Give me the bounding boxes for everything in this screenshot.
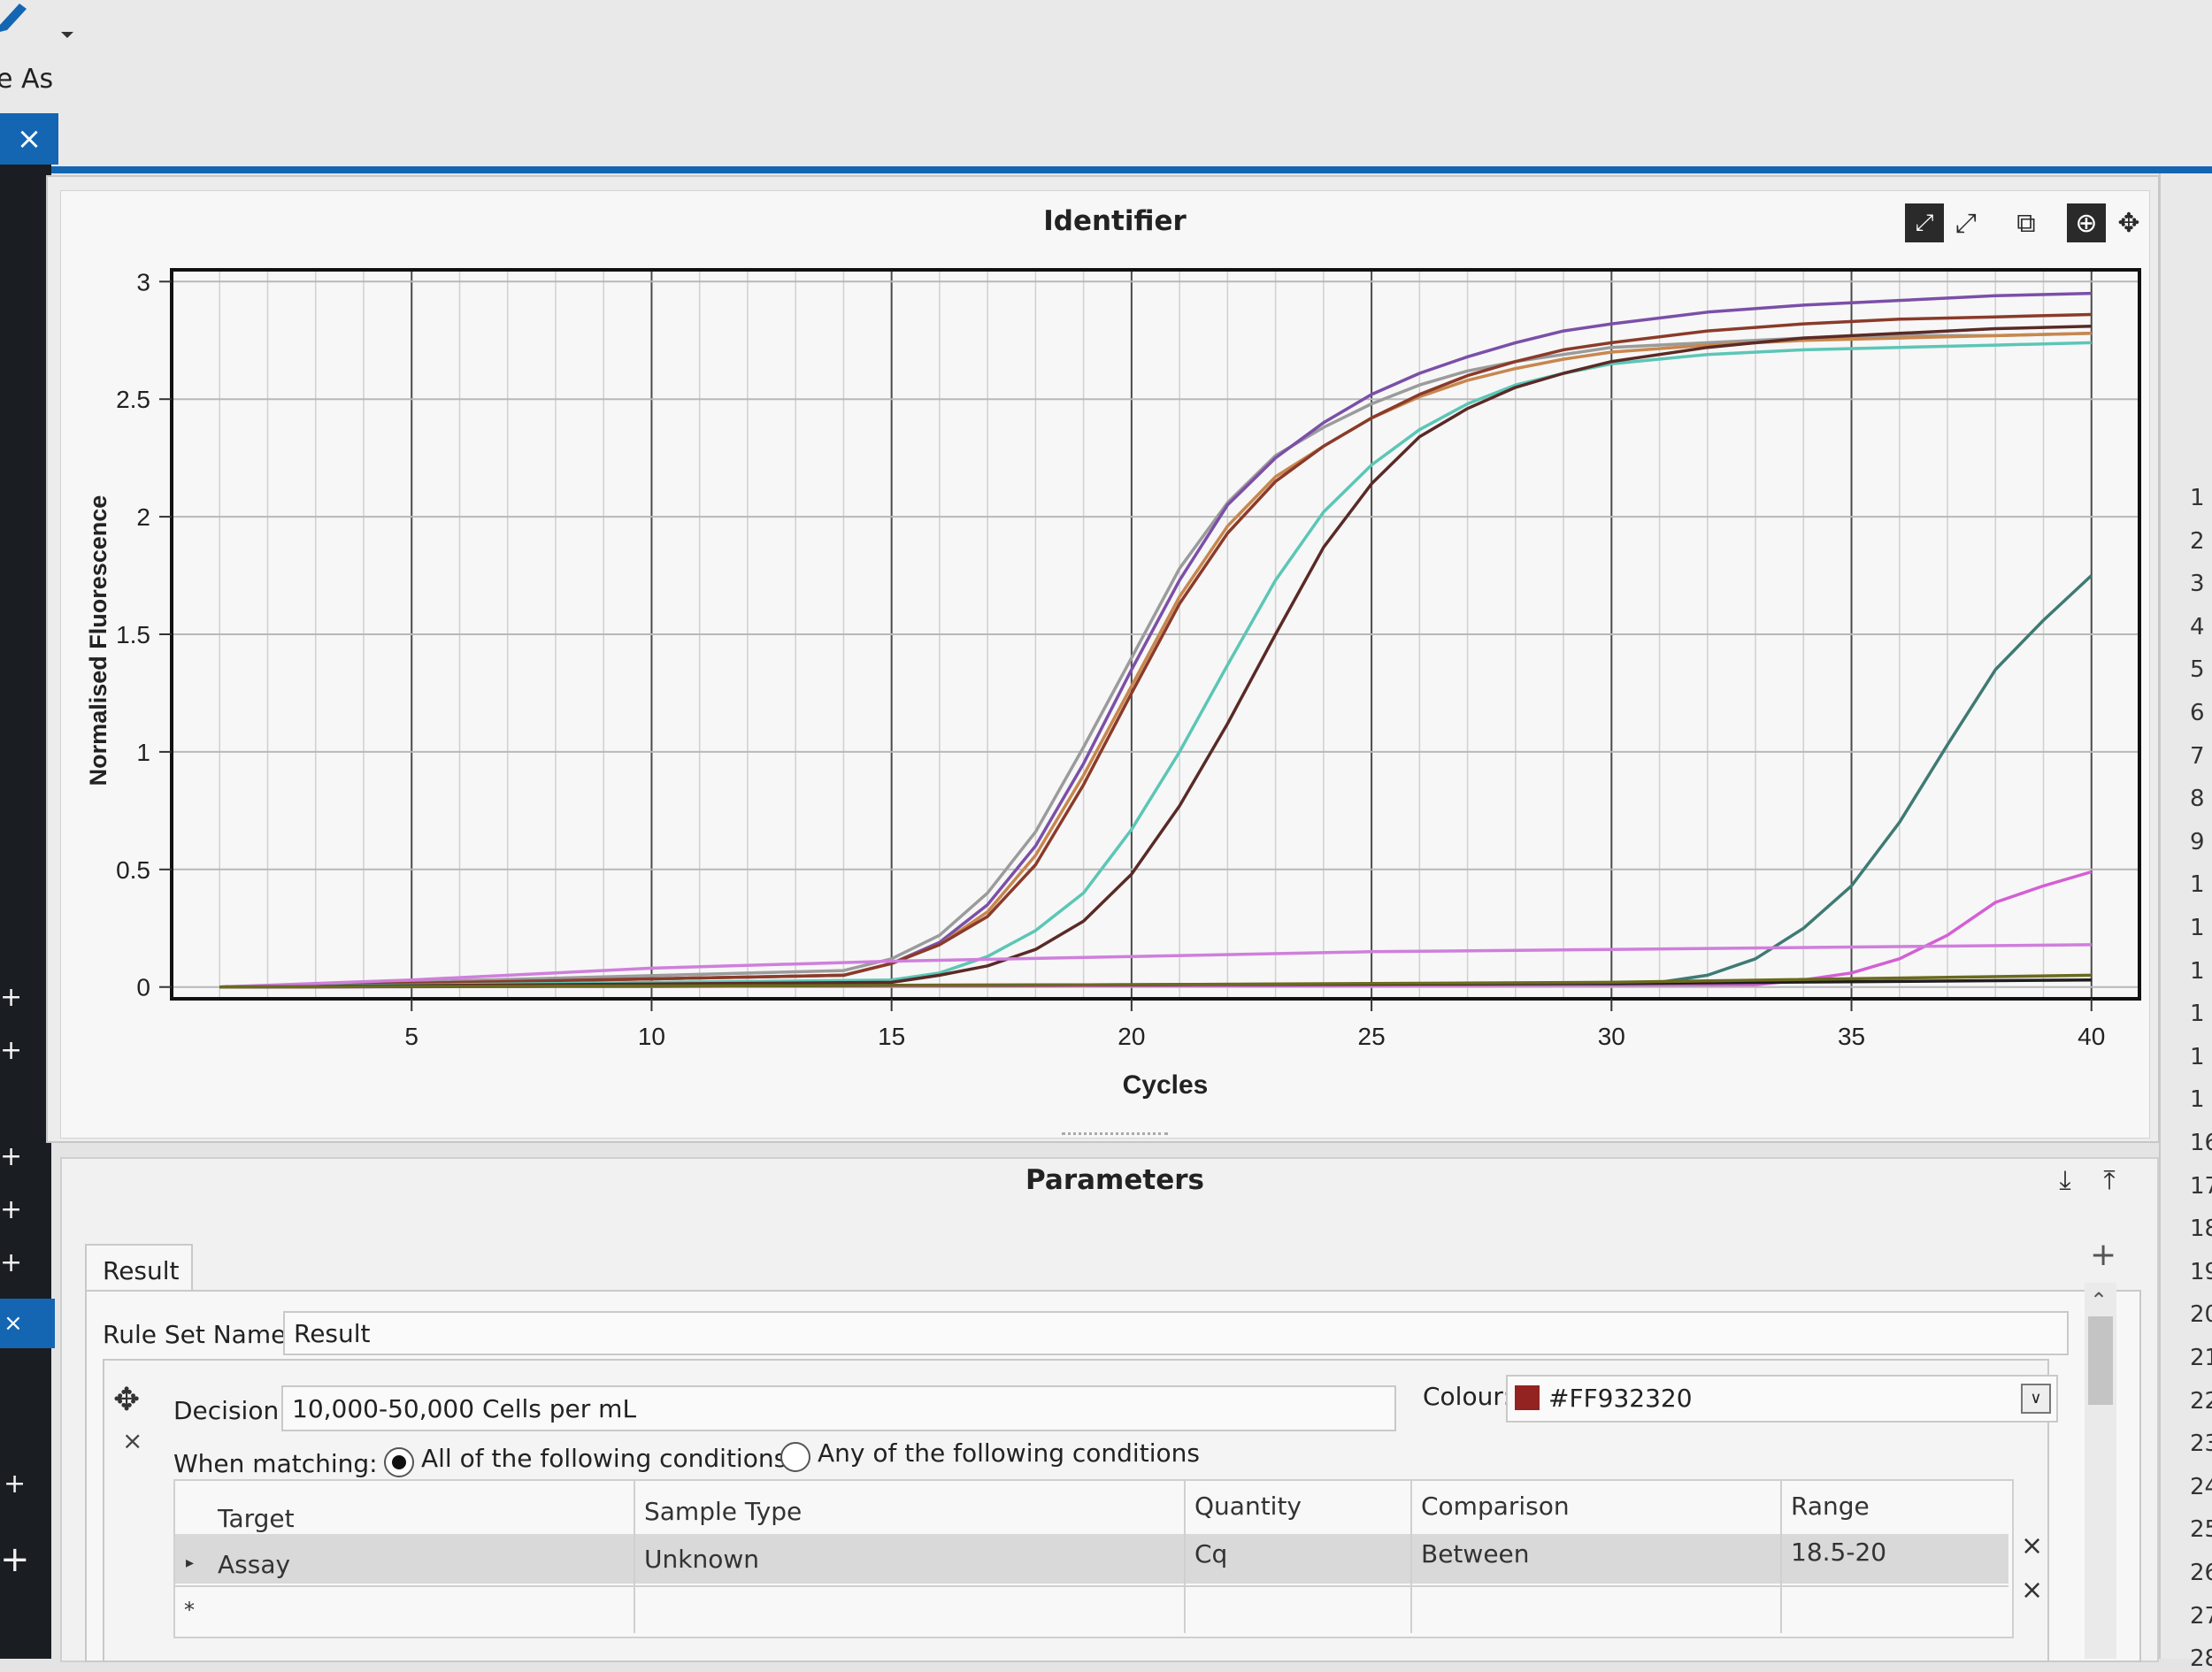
cell-comparison[interactable]: Between (1421, 1539, 1530, 1568)
series-line-4[interactable] (219, 312, 2092, 989)
grid-col-divider (1184, 1481, 1186, 1633)
radio-all-label[interactable]: All of the following conditions (421, 1444, 787, 1473)
cell-range[interactable]: 18.5-20 (1791, 1538, 1886, 1567)
x-tick-label: 10 (638, 1023, 665, 1050)
colour-select[interactable]: #FF932320 ∨ (1506, 1375, 2058, 1423)
decision-input[interactable]: 10,000-50,000 Cells per mL (281, 1385, 1396, 1431)
expand-icon[interactable]: + (0, 1194, 22, 1225)
x-tick-label: 15 (878, 1023, 905, 1050)
x-tick-label: 40 (2078, 1023, 2105, 1050)
x-tick-label: 5 (404, 1023, 419, 1050)
sheet-row-number: 28 (2190, 1645, 2212, 1672)
x-tick-label: 35 (1838, 1023, 1865, 1050)
export-icon[interactable]: ⤒ (2090, 1161, 2129, 1200)
column-header-range[interactable]: Range (1791, 1492, 1870, 1521)
radio-any-label[interactable]: Any of the following conditions (818, 1438, 1200, 1468)
cell-target[interactable]: Assay (218, 1550, 290, 1579)
column-header-comparison[interactable]: Comparison (1421, 1492, 1570, 1521)
y-tick-label: 0 (136, 974, 150, 1001)
radio-selected-dot (392, 1455, 406, 1469)
tab-result-label: Result (103, 1256, 180, 1285)
colour-swatch (1515, 1385, 1540, 1410)
colour-value: #FF932320 (1548, 1384, 1693, 1413)
decision-label: Decision: (173, 1396, 288, 1425)
x-tick-label: 20 (1118, 1023, 1145, 1050)
delete-row-icon[interactable]: × (2021, 1530, 2043, 1561)
grid-col-divider (1410, 1481, 1412, 1633)
column-header-target[interactable]: Target (218, 1504, 295, 1533)
add-rule-button[interactable]: + (2090, 1237, 2116, 1273)
y-tick-label: 2.5 (116, 386, 150, 413)
parameters-title: Parameters (1025, 1164, 1204, 1196)
radio-all-conditions[interactable] (384, 1447, 414, 1477)
sheet-row-number: 19 (2190, 1258, 2212, 1285)
grid-row-divider (175, 1585, 2008, 1587)
sheet-row-number: 23 (2190, 1430, 2212, 1458)
y-tick-label: 1 (136, 739, 150, 766)
delete-row-icon[interactable]: × (2021, 1575, 2043, 1606)
grid-selected-row-bg (175, 1534, 2008, 1584)
tab-result[interactable]: Result (85, 1244, 193, 1293)
grid-col-divider (1780, 1481, 1782, 1633)
sheet-row-number: 24 (2190, 1473, 2212, 1500)
new-row-marker: * (184, 1598, 195, 1622)
chevron-down-icon[interactable]: ∨ (2021, 1384, 2051, 1414)
series-line-6[interactable] (219, 325, 2092, 989)
row-expander-icon[interactable]: ▸ (186, 1553, 194, 1572)
cell-quantity[interactable]: Cq (1194, 1539, 1227, 1568)
sheet-row-number: 21 (2190, 1345, 2212, 1371)
series-line-1[interactable] (219, 332, 2092, 989)
delete-rule-icon[interactable]: × (122, 1426, 142, 1455)
series-line-3[interactable] (219, 332, 2092, 989)
series-line-5[interactable] (219, 341, 2092, 989)
rule-set-name-label: Rule Set Name: (103, 1320, 295, 1349)
column-header-quantity[interactable]: Quantity (1194, 1492, 1302, 1521)
when-matching-label: When matching: (173, 1449, 378, 1478)
x-tick-label: 25 (1358, 1023, 1386, 1050)
sheet-row-number: 27 (2190, 1602, 2212, 1630)
panel-splitter[interactable] (1062, 1132, 1168, 1142)
grid-col-divider (634, 1481, 635, 1633)
scrollbar[interactable]: ⌃ (2085, 1283, 2116, 1659)
sheet-row-number: 18 (2190, 1216, 2212, 1243)
y-tick-label: 1.5 (116, 621, 150, 648)
import-icon[interactable]: ⤓ (2046, 1161, 2085, 1200)
series-line-7[interactable] (219, 574, 2093, 989)
y-axis-label: Normalised Fluorescence (85, 495, 111, 786)
rule-set-name-input[interactable]: Result (283, 1311, 2069, 1355)
move-rule-icon[interactable]: ✥ (113, 1382, 140, 1418)
sidebar-close-icon[interactable]: × (0, 1299, 55, 1348)
y-tick-label: 0.5 (116, 856, 150, 884)
y-tick-label: 3 (136, 268, 150, 295)
colour-label: Colour: (1423, 1382, 1511, 1411)
x-axis-label: Cycles (1123, 1070, 1209, 1100)
column-header-sample-type[interactable]: Sample Type (644, 1497, 802, 1526)
scroll-up-icon[interactable]: ⌃ (2090, 1288, 2108, 1313)
expand-icon[interactable]: + (4, 1469, 26, 1499)
sheet-row-number: 20 (2190, 1301, 2212, 1329)
sheet-row-number: 17 (2190, 1172, 2212, 1200)
radio-any-conditions[interactable] (780, 1442, 810, 1472)
y-tick-label: 2 (136, 503, 150, 531)
sheet-row-number: 25 (2190, 1516, 2212, 1544)
series-line-8[interactable] (219, 870, 2093, 989)
sheet-row-number: 26 (2190, 1560, 2212, 1586)
expand-icon[interactable]: + (0, 1247, 22, 1278)
x-tick-label: 30 (1598, 1023, 1625, 1050)
sheet-row-number: 22 (2190, 1387, 2212, 1415)
scrollbar-thumb[interactable] (2088, 1316, 2113, 1405)
expand-icon[interactable]: + (0, 1539, 30, 1580)
cell-sample-type[interactable]: Unknown (644, 1545, 759, 1574)
amplification-chart: 00.511.522.535 10 15 20 25 30 35 40 Cycles Norm… (85, 268, 2141, 1100)
